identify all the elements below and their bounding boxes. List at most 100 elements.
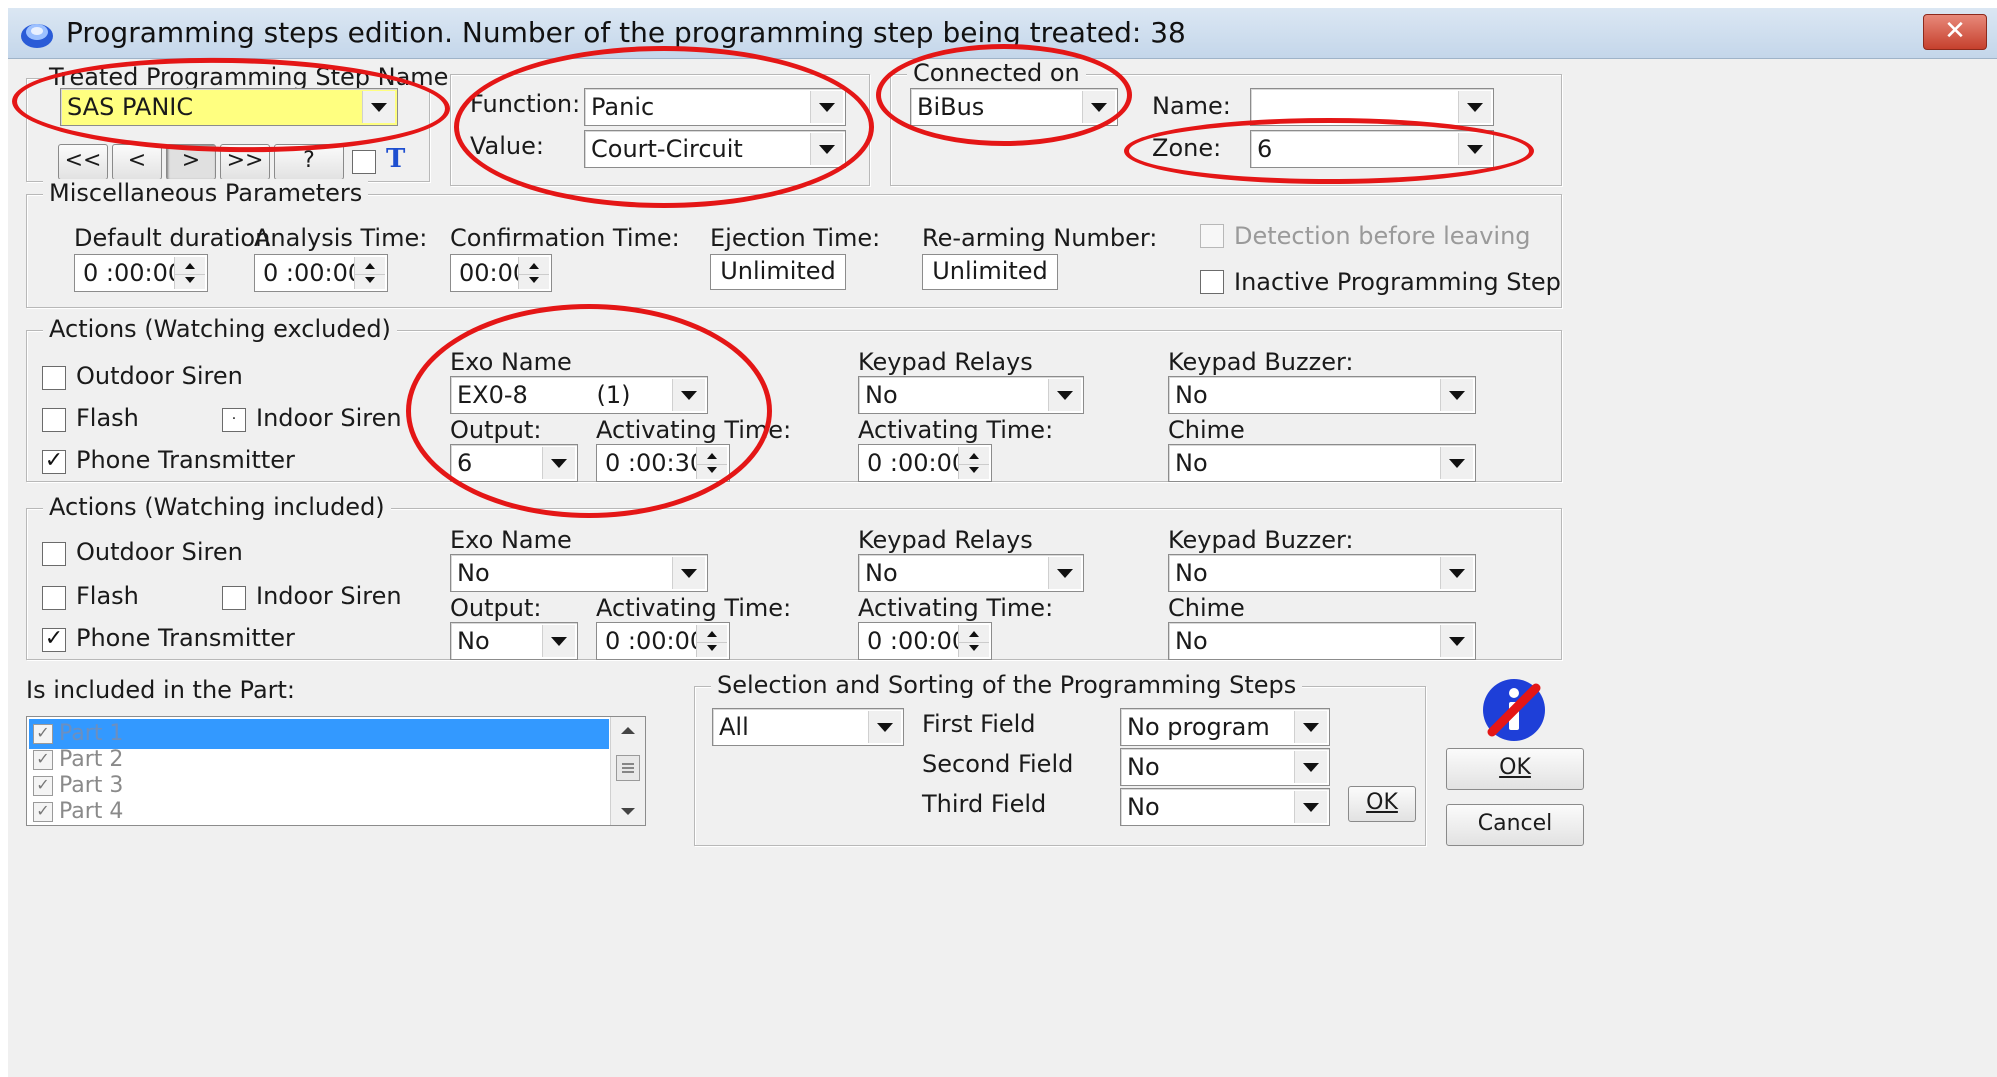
keypad-relays-combo[interactable]: No: [858, 376, 1084, 414]
chevron-down-icon[interactable]: [1294, 711, 1327, 743]
output-combo[interactable]: 6: [450, 444, 578, 482]
scroll-up-icon[interactable]: [620, 725, 636, 735]
keypad-buzzer-combo[interactable]: No: [1168, 554, 1476, 592]
parts-listbox[interactable]: ✓ Part 1 ✓ Part 2 ✓ Part 3 ✓ Part 4: [26, 716, 646, 826]
inactive-step-checkbox[interactable]: [1200, 270, 1224, 294]
keypad-relays-combo[interactable]: No: [858, 554, 1084, 592]
part-checkbox[interactable]: ✓: [33, 724, 53, 744]
phone-transmitter-checkbox[interactable]: ✓: [42, 450, 66, 474]
value-label: Value:: [470, 132, 544, 160]
function-label: Function:: [470, 90, 581, 118]
chevron-down-icon[interactable]: [1294, 791, 1327, 823]
chevron-down-icon[interactable]: [810, 91, 843, 123]
third-field-combo[interactable]: No: [1120, 788, 1330, 826]
close-button[interactable]: ✕: [1923, 14, 1987, 50]
step-name-combo[interactable]: SAS PANIC: [60, 88, 398, 126]
first-field-combo[interactable]: No program: [1120, 708, 1330, 746]
sorting-ok-button[interactable]: OK: [1348, 786, 1416, 822]
indoor-siren-checkbox[interactable]: ·: [222, 408, 246, 432]
activating-time-spinner[interactable]: 0 :00:30: [596, 444, 730, 482]
chevron-down-icon[interactable]: [362, 91, 395, 123]
chevron-down-icon[interactable]: [1458, 133, 1491, 165]
chevron-down-icon[interactable]: [542, 625, 575, 657]
spin-down-icon[interactable]: [959, 640, 989, 657]
spin-down-icon[interactable]: [959, 462, 989, 479]
chevron-down-icon[interactable]: [672, 557, 705, 589]
confirmation-time-label: Confirmation Time:: [450, 224, 680, 252]
name-combo[interactable]: [1250, 88, 1494, 126]
list-item[interactable]: ✓ Part 4: [29, 797, 609, 825]
help-button[interactable]: ?: [274, 144, 344, 180]
keypad-relays-activating-time-spinner[interactable]: 0 :00:00: [858, 622, 992, 660]
zone-combo[interactable]: 6: [1250, 130, 1494, 168]
output-combo[interactable]: No: [450, 622, 578, 660]
outdoor-siren-checkbox[interactable]: [42, 542, 66, 566]
part-checkbox[interactable]: ✓: [33, 776, 53, 796]
indoor-siren-checkbox[interactable]: [222, 586, 246, 610]
step-t-checkbox[interactable]: [352, 150, 376, 174]
chevron-down-icon[interactable]: [1294, 751, 1327, 783]
rearming-number-field[interactable]: Unlimited: [922, 254, 1058, 290]
chevron-down-icon[interactable]: [868, 711, 901, 743]
chime-combo[interactable]: No: [1168, 444, 1476, 482]
chevron-down-icon[interactable]: [1082, 91, 1115, 123]
ok-button[interactable]: OK: [1446, 748, 1584, 790]
spin-down-icon[interactable]: [697, 462, 727, 479]
exo-name-combo[interactable]: EX0-8 (1): [450, 376, 708, 414]
chevron-down-icon[interactable]: [542, 447, 575, 479]
flash-checkbox[interactable]: [42, 586, 66, 610]
chevron-down-icon[interactable]: [1440, 447, 1473, 479]
chevron-down-icon[interactable]: [1048, 379, 1081, 411]
spinner-buttons[interactable]: [696, 447, 727, 479]
keypad-relays-activating-time-spinner[interactable]: 0 :00:00: [858, 444, 992, 482]
activating-time-spinner[interactable]: 0 :00:00: [596, 622, 730, 660]
chevron-down-icon[interactable]: [1440, 557, 1473, 589]
chevron-down-icon[interactable]: [1440, 625, 1473, 657]
chime-value: No: [1175, 449, 1208, 477]
first-step-button[interactable]: <<: [58, 144, 108, 180]
chevron-down-icon[interactable]: [1440, 379, 1473, 411]
second-field-combo[interactable]: No: [1120, 748, 1330, 786]
keypad-relays-label: Keypad Relays: [858, 526, 1033, 554]
spin-down-icon[interactable]: [355, 272, 385, 289]
spin-down-icon[interactable]: [519, 272, 549, 289]
spinner-buttons[interactable]: [696, 625, 727, 657]
spin-down-icon[interactable]: [697, 640, 727, 657]
outdoor-siren-checkbox[interactable]: [42, 366, 66, 390]
scroll-thumb[interactable]: [616, 755, 640, 781]
detection-before-leaving-label: Detection before leaving: [1234, 222, 1531, 250]
chime-combo[interactable]: No: [1168, 622, 1476, 660]
spinner-buttons[interactable]: [958, 625, 989, 657]
last-step-button[interactable]: >>: [220, 144, 270, 180]
parts-scrollbar[interactable]: [610, 717, 645, 825]
flash-checkbox[interactable]: [42, 408, 66, 432]
sorting-title: Selection and Sorting of the Programming…: [711, 671, 1303, 699]
analysis-time-spinner[interactable]: 0 :00:00: [254, 254, 388, 292]
scroll-down-icon[interactable]: [620, 807, 636, 817]
part-checkbox[interactable]: ✓: [33, 750, 53, 770]
chevron-down-icon[interactable]: [1458, 91, 1491, 123]
keypad-buzzer-combo[interactable]: No: [1168, 376, 1476, 414]
spinner-buttons[interactable]: [354, 257, 385, 289]
previous-step-button[interactable]: <: [112, 144, 162, 180]
ejection-time-field[interactable]: Unlimited: [710, 254, 846, 290]
spinner-buttons[interactable]: [174, 257, 205, 289]
value-combo[interactable]: Court-Circuit: [584, 130, 846, 168]
exo-name-combo[interactable]: No: [450, 554, 708, 592]
chevron-down-icon[interactable]: [672, 379, 705, 411]
part-checkbox[interactable]: ✓: [33, 802, 53, 822]
function-combo[interactable]: Panic: [584, 88, 846, 126]
spinner-buttons[interactable]: [958, 447, 989, 479]
next-step-button[interactable]: >: [166, 144, 216, 180]
detection-before-leaving-checkbox[interactable]: [1200, 224, 1224, 248]
chevron-down-icon[interactable]: [1048, 557, 1081, 589]
spin-down-icon[interactable]: [175, 272, 205, 289]
chevron-down-icon[interactable]: [810, 133, 843, 165]
spinner-buttons[interactable]: [518, 257, 549, 289]
phone-transmitter-checkbox[interactable]: ✓: [42, 628, 66, 652]
default-duration-spinner[interactable]: 0 :00:00: [74, 254, 208, 292]
filter-combo[interactable]: All: [712, 708, 904, 746]
cancel-button[interactable]: Cancel: [1446, 804, 1584, 846]
confirmation-time-spinner[interactable]: 00:00: [450, 254, 552, 292]
connected-on-combo[interactable]: BiBus: [910, 88, 1118, 126]
